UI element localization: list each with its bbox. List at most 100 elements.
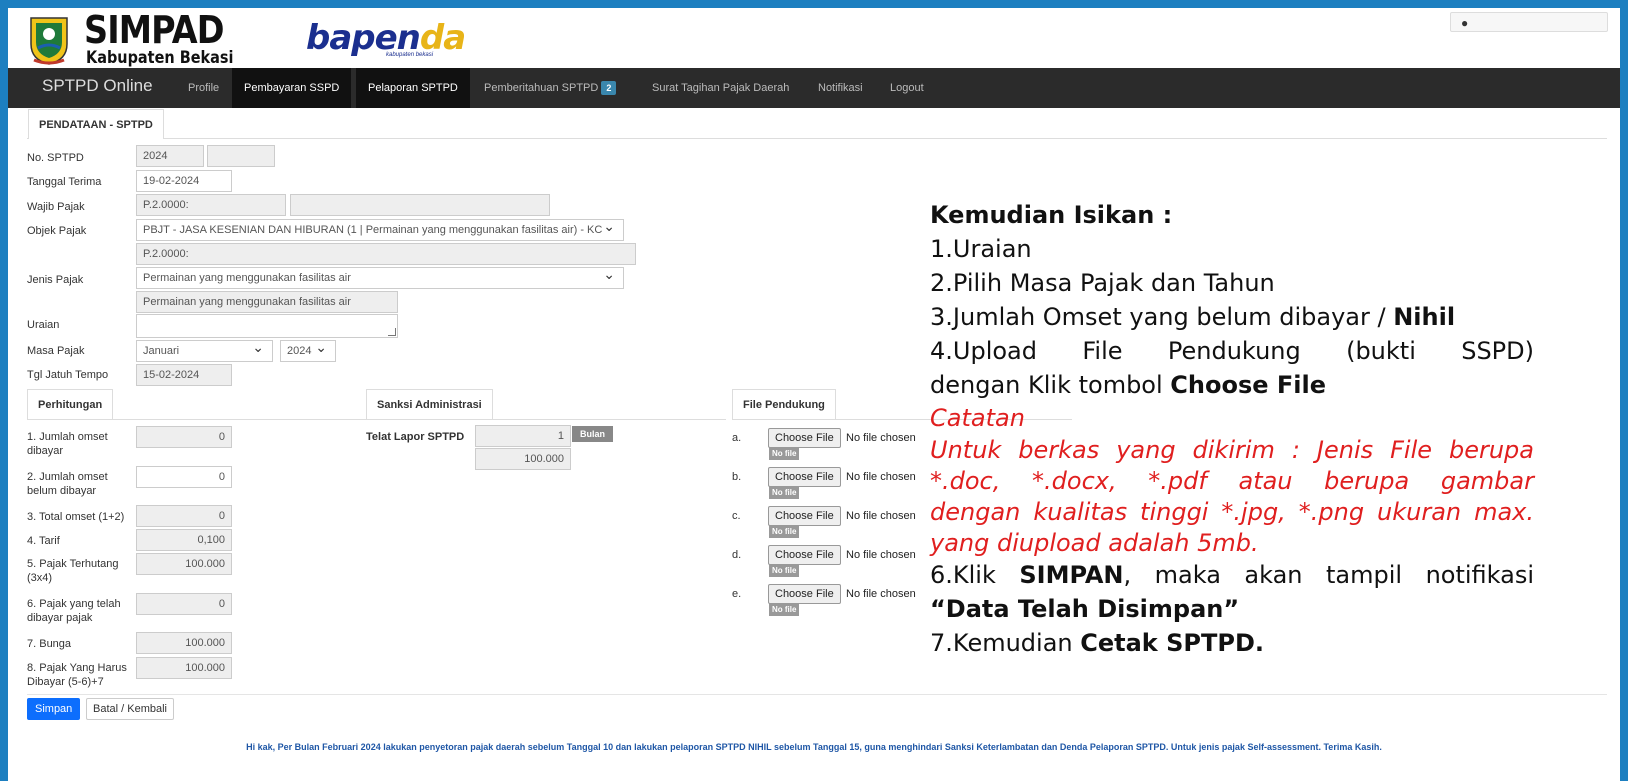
instruction-step-6-notification: “Data Telah Disimpan” [930, 595, 1240, 623]
perhitungan-label: 4. Tarif [27, 535, 60, 547]
instruction-title: Kemudian Isikan : [930, 201, 1173, 229]
instruction-step-6-bold: SIMPAN [1019, 561, 1124, 589]
label-uraian: Uraian [27, 319, 60, 331]
jumlah-omset-dibayar-field: 0 [136, 426, 232, 448]
perhitungan-label: 1. Jumlah omset dibayar [27, 431, 108, 457]
kabupaten-bekasi-crest-icon [30, 17, 68, 65]
user-menu[interactable]: ● [1450, 12, 1608, 32]
label-masa-pajak: Masa Pajak [27, 345, 85, 357]
total-omset-field: 0 [136, 505, 232, 527]
choose-file-button-b[interactable]: Choose File [768, 467, 841, 487]
no-sptpd-number-field [207, 145, 275, 167]
tab-pendataan-sptpd[interactable]: PENDATAAN - SPTPD [28, 109, 164, 139]
no-file-badge: No file [769, 525, 800, 538]
instruction-step-4-line-2: dengan Klik tombol Choose File [930, 368, 1534, 402]
label-no-sptpd: No. SPTPD [27, 152, 84, 164]
nav-surat-tagihan[interactable]: Surat Tagihan Pajak Daerah [642, 68, 799, 108]
no-sptpd-year-field: 2024 [136, 145, 204, 167]
nav-pembayaran-sspd[interactable]: Pembayaran SSPD [232, 68, 352, 108]
nav-logout[interactable]: Logout [880, 68, 934, 108]
footer-notice: Hi kak, Per Bulan Februari 2024 lakukan … [246, 742, 1382, 752]
file-letter: a. [732, 432, 742, 444]
label-objek-pajak: Objek Pajak [27, 225, 87, 237]
no-file-chosen-text: No file chosen [846, 588, 916, 600]
simpan-button[interactable]: Simpan [27, 698, 81, 720]
masa-pajak-tahun-select[interactable]: 2024 [280, 340, 336, 362]
objek-pajak-select[interactable]: PBJT - JASA KESENIAN DAN HIBURAN (1 | Pe… [136, 219, 624, 241]
nav-profile[interactable]: Profile [178, 68, 229, 108]
uraian-textarea[interactable] [136, 314, 398, 338]
nav-pemberitahuan-sptpd[interactable]: Pemberitahuan SPTPD 2 [474, 68, 626, 108]
pajak-telah-dibayar-field: 0 [136, 593, 232, 615]
instruction-step-3: 3.Jumlah Omset yang belum dibayar / Nihi… [930, 300, 1534, 334]
file-letter: b. [732, 471, 742, 483]
instruction-note-line-1: Untuk berkas yang dikirim : Jenis File b… [930, 436, 1534, 464]
choose-file-button-c[interactable]: Choose File [768, 506, 841, 526]
instruction-step-6: 6.Klik SIMPAN, maka akan tampil notifika… [930, 558, 1534, 592]
jumlah-omset-belum-dibayar-input[interactable]: 0 [136, 466, 232, 488]
batal-kembali-button[interactable]: Batal / Kembali [86, 698, 174, 720]
instruction-step-7: 7.Kemudian Cetak SPTPD. [930, 626, 1534, 660]
perhitungan-label: 3. Total omset (1+2) [27, 511, 125, 523]
wajib-pajak-code-field: P.2.0000: [136, 194, 286, 216]
no-file-chosen-text: No file chosen [846, 549, 916, 561]
instruction-step-3-bold: Nihil [1393, 303, 1456, 331]
instruction-catatan: Catatan [930, 404, 1025, 432]
tgl-jatuh-tempo-field: 15-02-2024 [136, 364, 232, 386]
tab-sanksi-administrasi[interactable]: Sanksi Administrasi [366, 389, 493, 419]
telat-lapor-months-field: 1 [475, 425, 571, 447]
instruction-step-4-text: dengan Klik tombol [930, 371, 1171, 399]
notification-badge: 2 [601, 81, 617, 95]
logo-title: SIMPAD [84, 8, 224, 52]
no-file-chosen-text: No file chosen [846, 471, 916, 483]
nav-brand[interactable]: SPTPD Online [42, 76, 153, 96]
instruction-step-3-text: 3.Jumlah Omset yang belum dibayar / [930, 303, 1394, 331]
bunga-field: 100.000 [136, 632, 232, 654]
no-file-chosen-text: No file chosen [846, 432, 916, 444]
nav-pemberitahuan-label: Pemberitahuan SPTPD [484, 82, 599, 94]
nav-pelaporan-sptpd[interactable]: Pelaporan SPTPD [356, 68, 470, 108]
label-jenis-pajak: Jenis Pajak [27, 274, 84, 286]
choose-file-button-d[interactable]: Choose File [768, 545, 841, 565]
instruction-step-6-text: 6.Klik [930, 561, 1020, 589]
masa-pajak-bulan-select[interactable]: Januari [136, 340, 273, 362]
user-icon: ● [1461, 16, 1469, 30]
label-wajib-pajak: Wajib Pajak [27, 201, 85, 213]
bulan-badge: Bulan [572, 426, 614, 442]
file-letter: d. [732, 549, 742, 561]
tab-perhitungan[interactable]: Perhitungan [27, 389, 114, 419]
tarif-field: 0,100 [136, 529, 232, 551]
no-file-badge: No file [769, 564, 800, 577]
tab-file-pendukung[interactable]: File Pendukung [732, 389, 836, 419]
jenis-pajak-description-field: Permainan yang menggunakan fasilitas air [136, 291, 398, 313]
choose-file-button-a[interactable]: Choose File [768, 428, 841, 448]
logo-subtitle: Kabupaten Bekasi [86, 48, 234, 68]
app-frame: SIMPAD Kabupaten Bekasi bapenda kabupate… [8, 8, 1620, 781]
instruction-note-line-3: dengan kualitas tinggi *.jpg, *.png ukur… [930, 498, 1534, 526]
instruction-note-line-2: *.doc, *.docx, *.pdf atau berupa gambar [930, 467, 1534, 495]
no-file-chosen-text: No file chosen [846, 510, 916, 522]
nav-notifikasi[interactable]: Notifikasi [808, 68, 873, 108]
navbar: SPTPD Online Profile Pembayaran SSPD Pel… [8, 68, 1620, 108]
choose-file-button-e[interactable]: Choose File [768, 584, 841, 604]
file-letter: e. [732, 588, 742, 600]
perhitungan-label: 2. Jumlah omset belum dibayar [27, 471, 108, 497]
instruction-step-1: 1.Uraian [930, 235, 1032, 263]
label-tanggal-terima: Tanggal Terima [27, 176, 102, 188]
perhitungan-label: 8. Pajak Yang Harus Dibayar (5-6)+7 [27, 662, 127, 688]
sanksi-amount-field: 100.000 [475, 448, 571, 470]
label-tgl-jatuh-tempo: Tgl Jatuh Tempo [27, 369, 109, 381]
perhitungan-label: 6. Pajak yang telah dibayar pajak [27, 598, 121, 624]
jenis-pajak-select[interactable]: Permainan yang menggunakan fasilitas air [136, 267, 624, 289]
instruction-step-4-line-1: 4.Upload File Pendukung (bukti SSPD) [930, 337, 1534, 365]
instruction-step-6-tail: , maka akan tampil notifikasi [1123, 561, 1535, 589]
form-divider [27, 694, 1607, 695]
bapenda-subtitle: kabupaten bekasi [386, 52, 434, 58]
wajib-pajak-name-field [290, 194, 550, 216]
instruction-step-4-bold: Choose File [1170, 371, 1326, 399]
instruction-step-2: 2.Pilih Masa Pajak dan Tahun [930, 269, 1275, 297]
no-file-badge: No file [769, 486, 800, 499]
resize-handle-icon[interactable] [388, 328, 396, 336]
tanggal-terima-input[interactable]: 19-02-2024 [136, 170, 232, 192]
objek-pajak-code-field: P.2.0000: [136, 243, 636, 265]
